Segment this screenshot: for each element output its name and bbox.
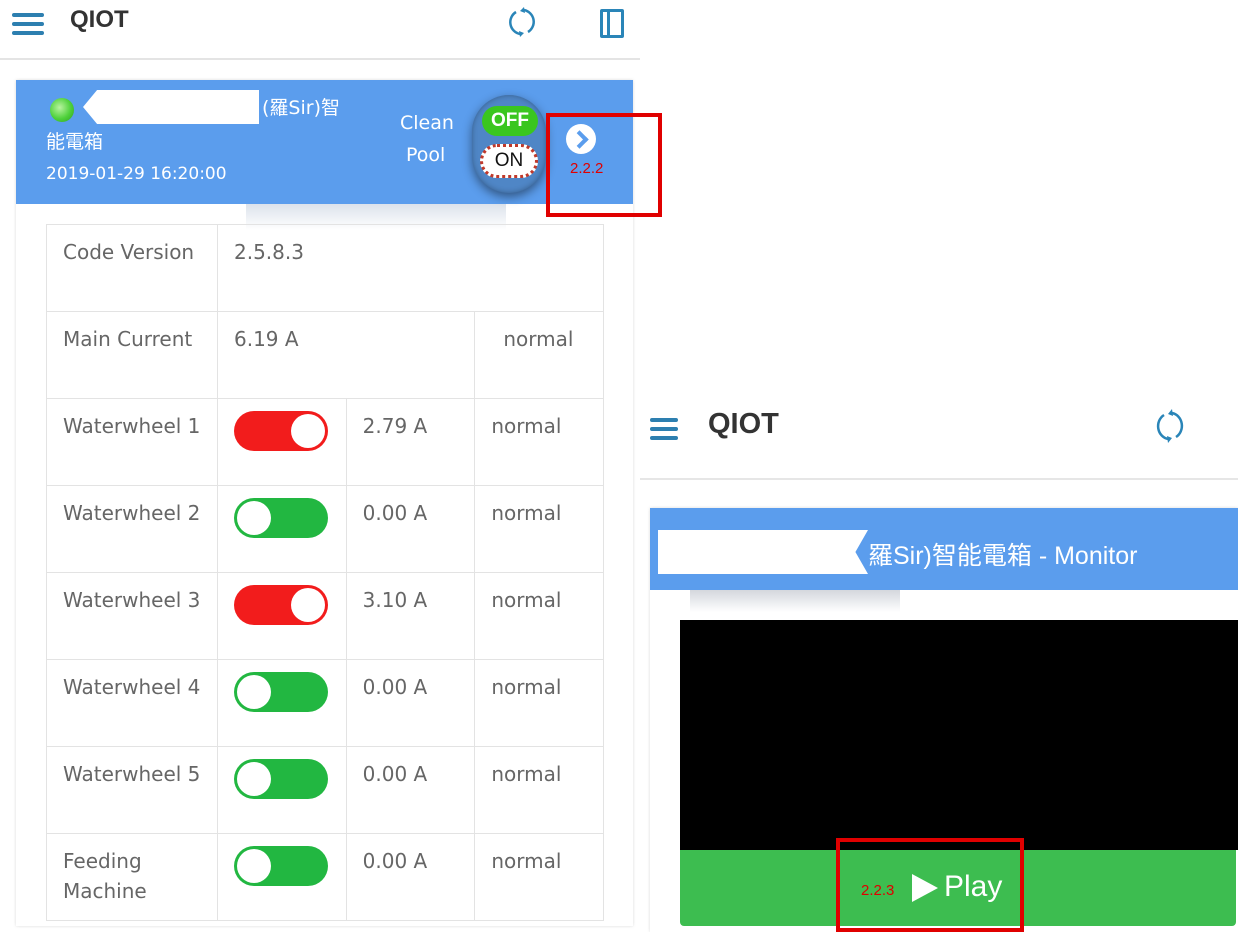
device-screen: QIOT (羅Sir)智 能電箱 2019-01-29 16:20:00 Cle… bbox=[0, 0, 640, 932]
annotation-box-2-2-2 bbox=[546, 113, 662, 217]
table-row: Code Version 2.5.8.3 bbox=[46, 224, 604, 312]
table-row: Main Current 6.19 A normal bbox=[46, 311, 604, 399]
status-led-icon bbox=[50, 98, 74, 122]
waterwheel-5-switch[interactable] bbox=[234, 759, 328, 799]
cell-label: Waterwheel 3 bbox=[46, 572, 218, 660]
cell-label: Feeding Machine bbox=[46, 833, 218, 921]
menu-icon[interactable] bbox=[12, 13, 44, 35]
cell-label: Code Version bbox=[46, 224, 218, 312]
redaction-bar bbox=[83, 90, 259, 124]
device-name: (羅Sir)智 bbox=[262, 97, 340, 119]
cell-status: normal bbox=[474, 659, 604, 747]
table-row: Waterwheel 4 0.00 A normal bbox=[46, 659, 604, 747]
refresh-icon[interactable] bbox=[504, 4, 540, 40]
cell-label: Main Current bbox=[46, 311, 218, 399]
refresh-icon[interactable] bbox=[1152, 406, 1188, 446]
cell-status: normal bbox=[474, 485, 604, 573]
device-name-cont: 能電箱 bbox=[46, 131, 104, 153]
cell-value: 0.00 A bbox=[345, 659, 476, 747]
cell-label: Waterwheel 2 bbox=[46, 485, 218, 573]
cell-label: Waterwheel 1 bbox=[46, 398, 218, 486]
annotation-label-2-2-2: 2.2.2 bbox=[570, 160, 604, 177]
cell-value: 0.00 A bbox=[345, 485, 476, 573]
cell-status: normal bbox=[474, 572, 604, 660]
cell-label: Waterwheel 4 bbox=[46, 659, 218, 747]
monitor-card-header: 羅Sir)智能電箱 - Monitor bbox=[650, 508, 1238, 590]
waterwheel-1-switch[interactable] bbox=[234, 411, 328, 451]
cell-label: Waterwheel 5 bbox=[46, 746, 218, 834]
cell-value: 6.19 A bbox=[216, 311, 476, 399]
cell-status: normal bbox=[474, 398, 604, 486]
table-row: Feeding Machine 0.00 A normal bbox=[46, 833, 604, 921]
menu-icon[interactable] bbox=[650, 418, 678, 440]
app-bar: QIOT bbox=[640, 390, 1238, 480]
device-datetime: 2019-01-29 16:20:00 bbox=[46, 164, 227, 184]
waterwheel-3-switch[interactable] bbox=[234, 585, 328, 625]
cell-value: 3.10 A bbox=[345, 572, 476, 660]
app-title: QIOT bbox=[708, 408, 779, 440]
book-icon[interactable] bbox=[600, 9, 624, 38]
device-card-header: (羅Sir)智 能電箱 2019-01-29 16:20:00 Clean Po… bbox=[16, 80, 633, 204]
table-row: Waterwheel 1 2.79 A normal bbox=[46, 398, 604, 486]
table-row: Waterwheel 3 3.10 A normal bbox=[46, 572, 604, 660]
app-title: QIOT bbox=[70, 6, 129, 33]
off-button[interactable]: OFF bbox=[482, 106, 538, 136]
cell-value: 2.79 A bbox=[345, 398, 476, 486]
cell-status: normal bbox=[474, 311, 604, 399]
app-bar: QIOT bbox=[0, 0, 640, 60]
annotation-label-2-2-3: 2.2.3 bbox=[861, 882, 895, 899]
cell-status: normal bbox=[474, 746, 604, 834]
clean-pool-label-2: Pool bbox=[406, 144, 446, 166]
device-card: (羅Sir)智 能電箱 2019-01-29 16:20:00 Clean Po… bbox=[16, 80, 633, 926]
waterwheel-2-switch[interactable] bbox=[234, 498, 328, 538]
cell-value: 2.5.8.3 bbox=[217, 224, 604, 312]
cell-value: 0.00 A bbox=[345, 746, 476, 834]
clean-pool-label: Clean bbox=[400, 112, 454, 134]
video-player[interactable] bbox=[680, 620, 1238, 850]
monitor-title: 羅Sir)智能電箱 - Monitor bbox=[868, 542, 1138, 570]
cell-status: normal bbox=[474, 833, 604, 921]
waterwheel-4-switch[interactable] bbox=[234, 672, 328, 712]
shadow bbox=[690, 590, 900, 612]
info-table: Code Version 2.5.8.3 Main Current 6.19 A… bbox=[46, 224, 604, 921]
cell-value: 0.00 A bbox=[345, 833, 476, 921]
table-row: Waterwheel 2 0.00 A normal bbox=[46, 485, 604, 573]
redaction-bar bbox=[658, 530, 868, 574]
feeding-machine-switch[interactable] bbox=[234, 846, 328, 886]
on-button[interactable]: ON bbox=[480, 144, 538, 178]
table-row: Waterwheel 5 0.00 A normal bbox=[46, 746, 604, 834]
